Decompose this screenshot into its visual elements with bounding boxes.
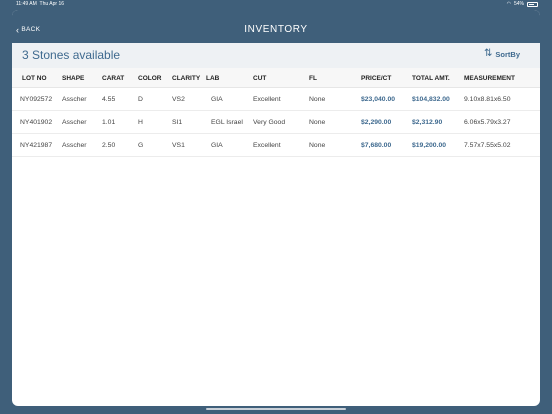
header-lab[interactable]: LAB bbox=[206, 75, 219, 82]
header-color[interactable]: COLOR bbox=[138, 75, 161, 82]
cell-measurement: 6.06x5.79x3.27 bbox=[464, 119, 511, 126]
cell-lab: GIA bbox=[211, 96, 223, 103]
sort-by-button[interactable]: ⇅ SortBy bbox=[484, 49, 520, 59]
header-price-ct[interactable]: PRICE/CT bbox=[361, 75, 391, 82]
cell-lab: GIA bbox=[211, 142, 223, 149]
cell-fl: None bbox=[309, 142, 326, 149]
cell-shape: Asscher bbox=[62, 142, 87, 149]
cell-measurement: 7.57x7.55x5.02 bbox=[464, 142, 511, 149]
inventory-panel: ‹ BACK INVENTORY 3 Stones available ⇅ So… bbox=[12, 10, 540, 406]
cell-lot-no: NY421987 bbox=[20, 142, 53, 149]
status-time: 11:49 AM Thu Apr 16 bbox=[16, 0, 64, 9]
cell-lot-no: NY092572 bbox=[20, 96, 53, 103]
results-bar: 3 Stones available ⇅ SortBy bbox=[12, 43, 540, 68]
cell-carat: 1.01 bbox=[102, 119, 116, 126]
sort-arrows-icon: ⇅ bbox=[484, 48, 493, 59]
table-row[interactable]: NY401902 Asscher 1.01 H SI1 EGL Israel V… bbox=[12, 111, 540, 134]
cell-price-ct: $23,040.00 bbox=[361, 96, 396, 103]
nav-bar: ‹ BACK INVENTORY bbox=[12, 10, 540, 43]
stones-count: 3 Stones available bbox=[22, 48, 121, 62]
cell-carat: 2.50 bbox=[102, 142, 116, 149]
page-title: INVENTORY bbox=[244, 24, 308, 35]
cell-price-ct: $2,290.00 bbox=[361, 119, 392, 126]
cell-clarity: VS1 bbox=[172, 142, 185, 149]
cell-shape: Asscher bbox=[62, 96, 87, 103]
cell-lab: EGL Israel bbox=[211, 119, 243, 126]
cell-clarity: VS2 bbox=[172, 96, 185, 103]
cell-measurement: 9.10x8.81x6.50 bbox=[464, 96, 511, 103]
cell-total-amt: $19,200.00 bbox=[412, 142, 447, 149]
cell-price-ct: $7,680.00 bbox=[361, 142, 392, 149]
table-row[interactable]: NY092572 Asscher 4.55 D VS2 GIA Excellen… bbox=[12, 88, 540, 111]
header-carat[interactable]: CARAT bbox=[102, 75, 124, 82]
status-right: ◠ 54% bbox=[507, 0, 538, 9]
cell-cut: Excellent bbox=[253, 142, 281, 149]
header-shape[interactable]: SHAPE bbox=[62, 75, 84, 82]
cell-color: G bbox=[138, 142, 144, 149]
header-measurement[interactable]: MEASUREMENT bbox=[464, 75, 515, 82]
status-date: Thu Apr 16 bbox=[39, 1, 65, 7]
home-indicator[interactable] bbox=[206, 408, 346, 410]
cell-fl: None bbox=[309, 119, 326, 126]
inventory-table-body: NY092572 Asscher 4.55 D VS2 GIA Excellen… bbox=[12, 88, 540, 157]
wifi-icon: ◠ bbox=[506, 1, 511, 7]
cell-shape: Asscher bbox=[62, 119, 87, 126]
cell-carat: 4.55 bbox=[102, 96, 116, 103]
cell-cut: Excellent bbox=[253, 96, 281, 103]
cell-color: H bbox=[138, 119, 143, 126]
table-header: LOT NO SHAPE CARAT COLOR CLARITY LAB CUT… bbox=[12, 68, 540, 88]
cell-total-amt: $2,312.90 bbox=[412, 119, 443, 126]
header-cut[interactable]: CUT bbox=[253, 75, 266, 82]
cell-fl: None bbox=[309, 96, 326, 103]
sort-by-label: SortBy bbox=[495, 49, 520, 59]
header-total-amt[interactable]: TOTAL AMT. bbox=[412, 75, 450, 82]
status-clock: 11:49 AM bbox=[16, 1, 37, 7]
battery-icon bbox=[527, 2, 538, 7]
cell-color: D bbox=[138, 96, 143, 103]
header-clarity[interactable]: CLARITY bbox=[172, 75, 200, 82]
header-lot-no[interactable]: LOT NO bbox=[22, 75, 47, 82]
status-bar: 11:49 AM Thu Apr 16 ◠ 54% bbox=[0, 0, 552, 10]
header-fl[interactable]: FL bbox=[309, 75, 317, 82]
cell-cut: Very Good bbox=[253, 119, 286, 126]
cell-lot-no: NY401902 bbox=[20, 119, 53, 126]
cell-total-amt: $104,832.00 bbox=[412, 96, 450, 103]
table-row[interactable]: NY421987 Asscher 2.50 G VS1 GIA Excellen… bbox=[12, 134, 540, 157]
cell-clarity: SI1 bbox=[172, 119, 183, 126]
battery-percent: 54% bbox=[513, 1, 524, 7]
